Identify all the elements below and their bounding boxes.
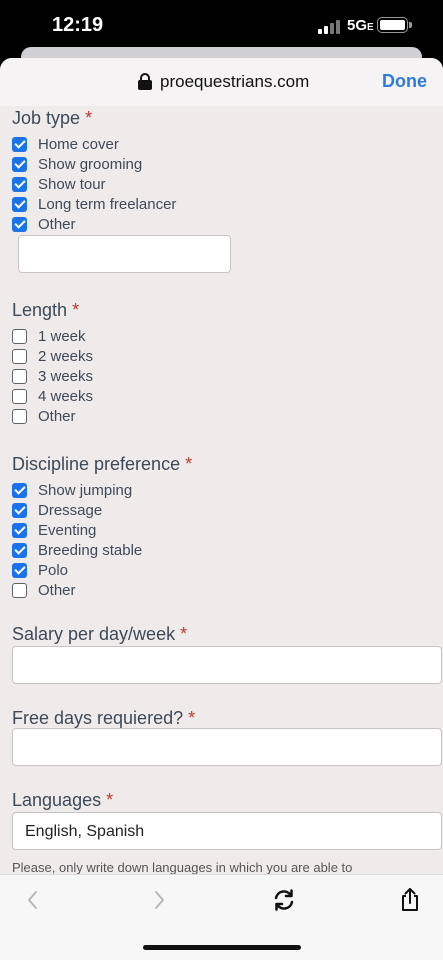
status-bar: 12:19 5GE bbox=[0, 0, 443, 52]
discipline-option[interactable]: Polo bbox=[12, 560, 68, 580]
languages-input[interactable]: English, Spanish bbox=[12, 812, 442, 850]
free-days-label: Free days requiered? * bbox=[12, 708, 196, 728]
status-time: 12:19 bbox=[52, 14, 104, 36]
salary-label: Salary per day/week * bbox=[12, 624, 188, 644]
discipline-checkbox[interactable] bbox=[12, 582, 27, 598]
done-button[interactable]: Done bbox=[382, 71, 427, 92]
discipline-checkbox[interactable] bbox=[12, 482, 27, 498]
chevron-right-icon[interactable] bbox=[144, 885, 174, 915]
length-option[interactable]: 3 weeks bbox=[12, 366, 93, 386]
length-checkbox[interactable] bbox=[12, 388, 27, 404]
discipline-option-label: Show jumping bbox=[38, 481, 133, 499]
job-type-option-label: Other bbox=[38, 215, 76, 233]
length-option[interactable]: 2 weeks bbox=[12, 346, 93, 366]
network-indicator: 5GE bbox=[347, 17, 374, 34]
length-option-label: 4 weeks bbox=[38, 387, 94, 405]
discipline-option-label: Other bbox=[38, 581, 76, 599]
lock-icon bbox=[138, 73, 152, 90]
salary-input[interactable] bbox=[12, 646, 442, 684]
job-type-option-label: Show grooming bbox=[38, 155, 143, 173]
discipline-option-label: Polo bbox=[38, 561, 69, 579]
job-type-option-label: Long term freelancer bbox=[38, 195, 177, 213]
job-type-option-label: Home cover bbox=[38, 135, 119, 153]
length-option[interactable]: Other bbox=[12, 406, 76, 426]
job-type-option-label: Show tour bbox=[38, 175, 106, 193]
share-icon[interactable] bbox=[395, 885, 425, 915]
job-type-option[interactable]: Show tour bbox=[12, 174, 106, 194]
languages-helper-text: Please, only write down languages in whi… bbox=[12, 860, 353, 875]
discipline-option-label: Breeding stable bbox=[38, 541, 143, 559]
discipline-option[interactable]: Other bbox=[12, 580, 76, 600]
length-option-label: 3 weeks bbox=[38, 367, 94, 385]
length-checkbox[interactable] bbox=[12, 348, 27, 364]
length-option[interactable]: 4 weeks bbox=[12, 386, 93, 406]
job-type-option[interactable]: Home cover bbox=[12, 134, 119, 154]
free-days-input[interactable] bbox=[12, 728, 442, 766]
reload-icon[interactable] bbox=[269, 885, 299, 915]
discipline-option[interactable]: Dressage bbox=[12, 500, 102, 520]
job-type-label: Job type * bbox=[12, 108, 93, 128]
discipline-label: Discipline preference * bbox=[12, 454, 193, 474]
length-checkbox[interactable] bbox=[12, 408, 27, 424]
discipline-checkbox[interactable] bbox=[12, 562, 27, 578]
discipline-option-label: Dressage bbox=[38, 501, 103, 519]
discipline-checkbox[interactable] bbox=[12, 522, 27, 538]
length-option-label: 2 weeks bbox=[38, 347, 94, 365]
job-type-checkbox[interactable] bbox=[12, 196, 27, 212]
job-type-checkbox[interactable] bbox=[12, 136, 27, 152]
form: Job type * Home cover Show grooming Show t… bbox=[0, 106, 443, 875]
discipline-option[interactable]: Breeding stable bbox=[12, 540, 142, 560]
discipline-option[interactable]: Eventing bbox=[12, 520, 96, 540]
length-checkbox[interactable] bbox=[12, 328, 27, 344]
job-type-checkbox[interactable] bbox=[12, 156, 27, 172]
job-type-checkbox[interactable] bbox=[12, 216, 27, 232]
length-option-label: 1 week bbox=[38, 327, 86, 345]
home-indicator[interactable] bbox=[143, 945, 301, 950]
url-text[interactable]: proequestrians.com bbox=[160, 72, 309, 92]
url-bar: proequestrians.com Done bbox=[0, 58, 443, 106]
discipline-option-label: Eventing bbox=[38, 521, 97, 539]
battery-icon bbox=[377, 17, 412, 33]
job-type-option[interactable]: Other bbox=[12, 214, 76, 234]
job-type-option[interactable]: Show grooming bbox=[12, 154, 142, 174]
discipline-option[interactable]: Show jumping bbox=[12, 480, 132, 500]
signal-icon bbox=[318, 20, 342, 34]
languages-label: Languages * bbox=[12, 790, 114, 810]
length-option[interactable]: 1 week bbox=[12, 326, 86, 346]
job-type-other-input[interactable] bbox=[18, 235, 231, 273]
length-label: Length * bbox=[12, 300, 80, 320]
job-type-checkbox[interactable] bbox=[12, 176, 27, 192]
length-option-label: Other bbox=[38, 407, 76, 425]
job-type-option[interactable]: Long term freelancer bbox=[12, 194, 176, 214]
discipline-checkbox[interactable] bbox=[12, 542, 27, 558]
discipline-checkbox[interactable] bbox=[12, 502, 27, 518]
length-checkbox[interactable] bbox=[12, 368, 27, 384]
chevron-left-icon[interactable] bbox=[18, 885, 48, 915]
browser-sheet: proequestrians.com Done Job type * Home … bbox=[0, 58, 443, 960]
